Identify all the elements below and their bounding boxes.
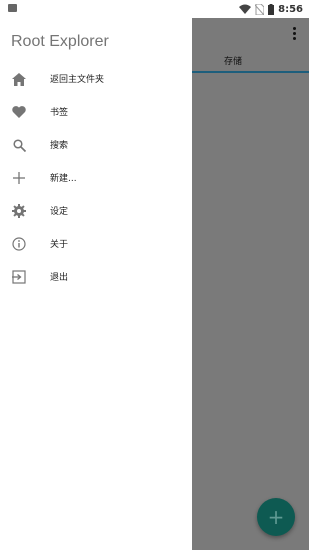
- menu-item-exit[interactable]: 退出: [0, 260, 192, 293]
- menu-item-settings[interactable]: 设定: [0, 194, 192, 227]
- no-sim-icon: [255, 3, 265, 15]
- menu-item-home[interactable]: 返回主文件夹: [0, 62, 192, 95]
- plus-icon: [11, 170, 27, 186]
- add-fab-button[interactable]: +: [257, 498, 295, 536]
- menu-item-label: 设定: [50, 207, 69, 217]
- status-bar: 8:56: [0, 0, 309, 18]
- exit-icon: [11, 269, 27, 285]
- drawer-title: Root Explorer: [11, 33, 109, 50]
- menu-item-label: 关于: [50, 240, 69, 250]
- menu-item-new[interactable]: 新建...: [0, 161, 192, 194]
- info-icon: [11, 236, 27, 252]
- background-app[interactable]: 存储 +: [192, 18, 309, 550]
- wifi-icon: [239, 4, 252, 14]
- status-time: 8:56: [278, 3, 303, 15]
- gear-icon: [11, 203, 27, 219]
- app-toolbar: 存储: [192, 18, 309, 73]
- menu-item-label: 新建...: [50, 174, 77, 184]
- tab-storage[interactable]: 存储: [224, 54, 242, 67]
- home-icon: [11, 71, 27, 87]
- search-icon: [11, 137, 27, 153]
- heart-icon: [11, 104, 27, 120]
- menu-item-label: 书签: [50, 108, 69, 118]
- plus-icon: +: [267, 505, 285, 529]
- battery-icon: [268, 3, 275, 15]
- navigation-drawer: Root Explorer 返回主文件夹 书签 搜索 新建... 设定 关于 退…: [0, 18, 192, 550]
- menu-item-label: 返回主文件夹: [50, 75, 105, 85]
- tab-indicator: [192, 71, 309, 73]
- menu-item-bookmarks[interactable]: 书签: [0, 95, 192, 128]
- menu-item-label: 退出: [50, 273, 69, 283]
- menu-item-label: 搜索: [50, 141, 69, 151]
- overflow-menu-icon[interactable]: [293, 27, 297, 41]
- menu-item-search[interactable]: 搜索: [0, 128, 192, 161]
- status-icons: 8:56: [239, 0, 303, 18]
- gallery-icon: [8, 4, 17, 12]
- menu-item-about[interactable]: 关于: [0, 227, 192, 260]
- drawer-menu: 返回主文件夹 书签 搜索 新建... 设定 关于 退出: [0, 62, 192, 293]
